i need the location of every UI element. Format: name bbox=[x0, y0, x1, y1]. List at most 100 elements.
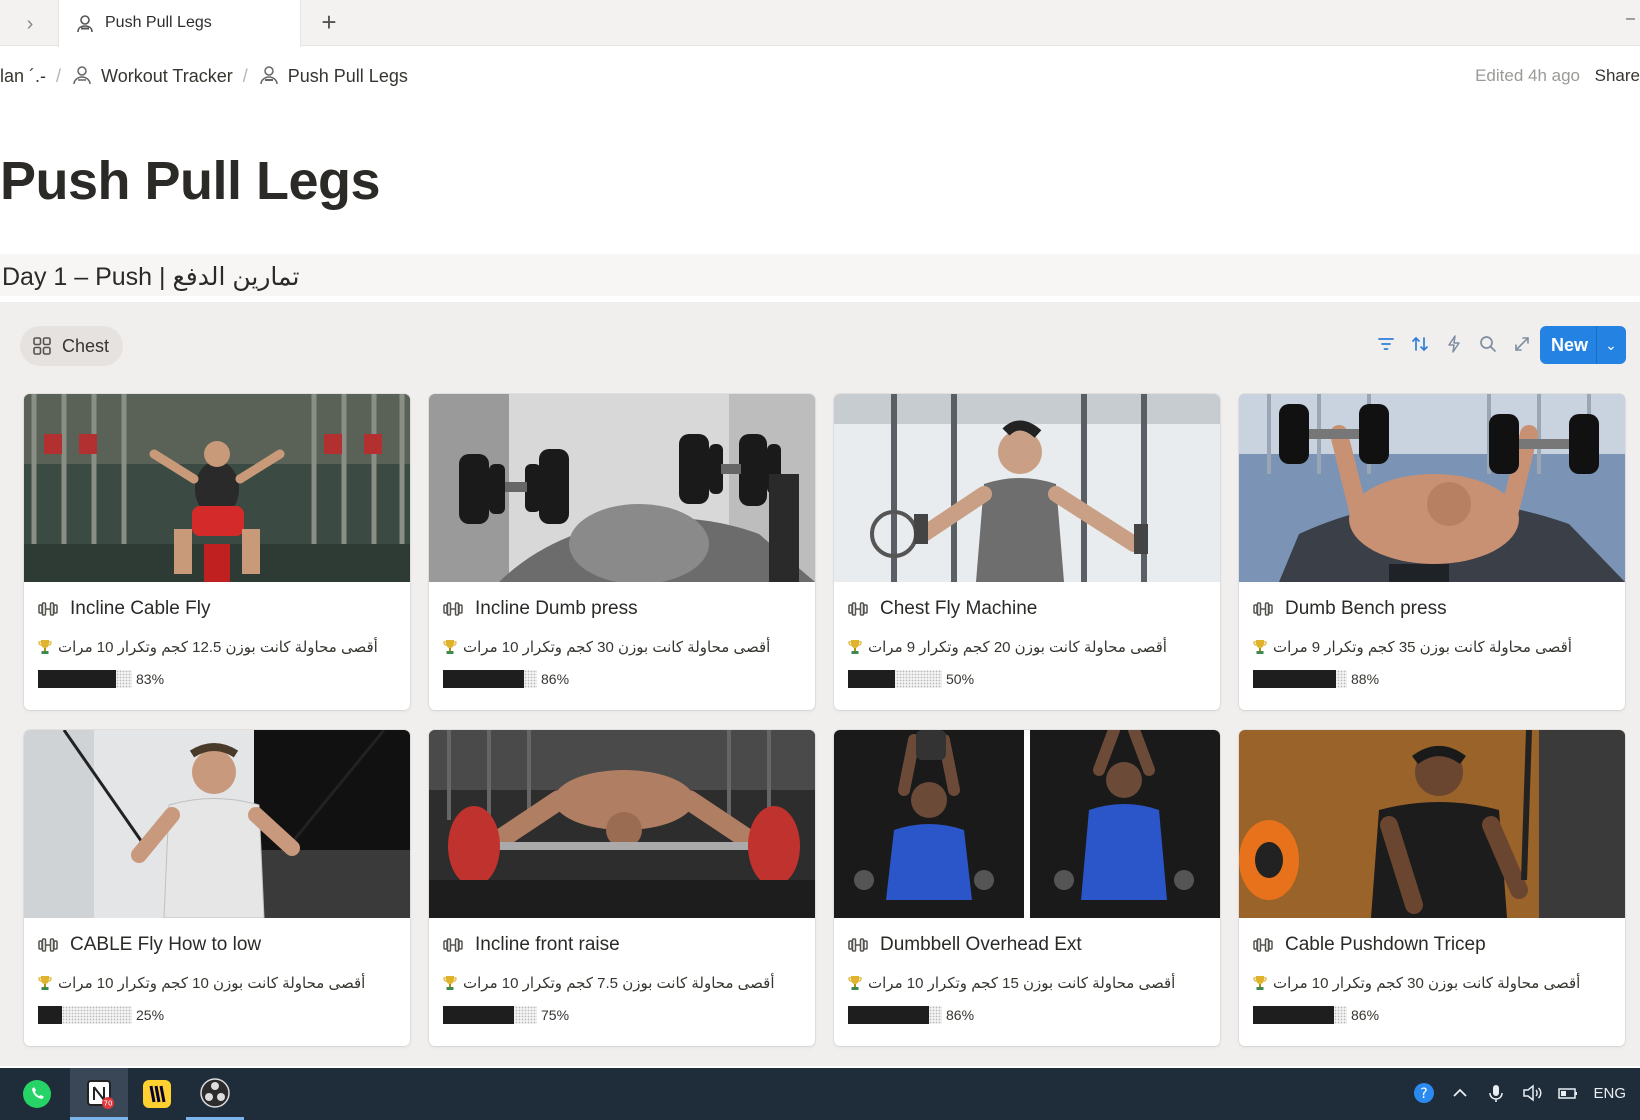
expand-icon[interactable] bbox=[1512, 334, 1532, 354]
card-cover-image bbox=[24, 730, 410, 918]
card-note: أقصى محاولة كانت بوزن 12.5 كجم وتكرار 10… bbox=[38, 638, 378, 656]
gallery-card[interactable]: Dumb Bench press أقصى محاولة كانت بوزن 3… bbox=[1239, 394, 1625, 710]
card-progress: 75% bbox=[443, 1006, 569, 1024]
tab-title: Push Pull Legs bbox=[105, 14, 212, 31]
card-note-text: أقصى محاولة كانت بوزن 15 كجم وتكرار 10 م… bbox=[868, 975, 1176, 992]
chevron-down-icon[interactable]: ⌄ bbox=[1597, 337, 1625, 354]
progress-bar bbox=[38, 1006, 132, 1024]
breadcrumb: lan ´.- / Workout Tracker / Push Pull Le… bbox=[0, 60, 408, 92]
card-title-text: Cable Pushdown Tricep bbox=[1285, 934, 1486, 955]
trophy-icon bbox=[1253, 976, 1267, 990]
database-toolbar bbox=[1376, 334, 1566, 354]
gallery-card[interactable]: CABLE Fly How to low أقصى محاولة كانت بو… bbox=[24, 730, 410, 1046]
progress-label: 25% bbox=[136, 1007, 165, 1023]
workout-person-icon bbox=[77, 15, 93, 33]
card-note-text: أقصى محاولة كانت بوزن 7.5 كجم وتكرار 10 … bbox=[463, 975, 775, 992]
card-note-text: أقصى محاولة كانت بوزن 10 كجم وتكرار 10 م… bbox=[58, 975, 366, 992]
gallery-card[interactable]: Dumbbell Overhead Ext أقصى محاولة كانت ب… bbox=[834, 730, 1220, 1046]
obs-icon[interactable] bbox=[186, 1068, 244, 1120]
new-tab-button[interactable]: + bbox=[314, 8, 344, 38]
workout-person-icon bbox=[260, 66, 278, 85]
card-cover-image bbox=[834, 394, 1220, 582]
card-title: CABLE Fly How to low bbox=[38, 934, 261, 956]
trophy-icon bbox=[1253, 640, 1267, 654]
card-title: Incline Dumb press bbox=[443, 598, 638, 620]
card-progress: 83% bbox=[38, 670, 164, 688]
card-note-text: أقصى محاولة كانت بوزن 35 كجم وتكرار 9 مر… bbox=[1273, 639, 1572, 656]
share-button[interactable]: Share bbox=[1595, 66, 1640, 86]
progress-bar bbox=[38, 670, 132, 688]
gallery-card[interactable]: Incline Cable Fly أقصى محاولة كانت بوزن … bbox=[24, 394, 410, 710]
card-title: Incline front raise bbox=[443, 934, 620, 956]
filter-icon[interactable] bbox=[1376, 334, 1396, 354]
sort-icon[interactable] bbox=[1410, 334, 1430, 354]
gallery-card[interactable]: Cable Pushdown Tricep أقصى محاولة كانت ب… bbox=[1239, 730, 1625, 1046]
dumbbell-icon bbox=[443, 602, 463, 616]
help-icon[interactable]: ? bbox=[1413, 1082, 1435, 1104]
notion-icon[interactable]: 70 bbox=[70, 1068, 128, 1120]
whatsapp-icon[interactable] bbox=[8, 1068, 66, 1120]
breadcrumb-item-workout-tracker[interactable]: Workout Tracker bbox=[71, 65, 233, 87]
progress-label: 50% bbox=[946, 671, 975, 687]
language-indicator[interactable]: ENG bbox=[1593, 1085, 1626, 1102]
taskbar: 70 ? ENG bbox=[0, 1068, 1640, 1120]
progress-bar bbox=[848, 1006, 942, 1024]
card-note: أقصى محاولة كانت بوزن 10 كجم وتكرار 10 م… bbox=[38, 974, 365, 992]
new-button[interactable]: New ⌄ bbox=[1540, 326, 1626, 364]
card-progress: 86% bbox=[443, 670, 569, 688]
card-progress: 86% bbox=[1253, 1006, 1379, 1024]
gallery-card[interactable]: Incline front raise أقصى محاولة كانت بوز… bbox=[429, 730, 815, 1046]
progress-label: 86% bbox=[946, 1007, 975, 1023]
card-title: Cable Pushdown Tricep bbox=[1253, 934, 1486, 956]
new-button-label: New bbox=[1551, 334, 1589, 355]
gallery-icon bbox=[33, 337, 51, 355]
dumbbell-icon bbox=[848, 938, 868, 952]
gallery-card[interactable]: Chest Fly Machine أقصى محاولة كانت بوزن … bbox=[834, 394, 1220, 710]
dumbbell-icon bbox=[38, 602, 58, 616]
breadcrumb-item-push-pull-legs[interactable]: Push Pull Legs bbox=[258, 65, 408, 87]
forward-chevron-icon[interactable]: › bbox=[16, 10, 44, 38]
card-title-text: Dumb Bench press bbox=[1285, 598, 1447, 619]
card-note-text: أقصى محاولة كانت بوزن 12.5 كجم وتكرار 10… bbox=[58, 639, 378, 656]
view-tab-label: Chest bbox=[62, 335, 110, 356]
dumbbell-icon bbox=[1253, 602, 1273, 616]
card-note-text: أقصى محاولة كانت بوزن 20 كجم وتكرار 9 مر… bbox=[868, 639, 1167, 656]
breadcrumb-label: lan ´.- bbox=[0, 65, 47, 86]
microphone-icon[interactable] bbox=[1485, 1082, 1507, 1104]
progress-bar bbox=[1253, 1006, 1347, 1024]
breadcrumb-item-parent[interactable]: lan ´.- bbox=[0, 66, 46, 87]
card-cover-image bbox=[834, 730, 1220, 918]
dumbbell-icon bbox=[1253, 938, 1273, 952]
breadcrumb-label: Push Pull Legs bbox=[287, 65, 408, 86]
card-title-text: Chest Fly Machine bbox=[880, 598, 1038, 619]
minimize-icon[interactable]: – bbox=[1626, 10, 1640, 28]
section-heading-text: Day 1 – Push | تمارين الدفع bbox=[2, 263, 300, 291]
chevron-up-icon[interactable] bbox=[1449, 1082, 1471, 1104]
card-note: أقصى محاولة كانت بوزن 20 كجم وتكرار 9 مر… bbox=[848, 638, 1167, 656]
search-icon[interactable] bbox=[1478, 334, 1498, 354]
card-note-text: أقصى محاولة كانت بوزن 30 كجم وتكرار 10 م… bbox=[1273, 975, 1581, 992]
trophy-icon bbox=[848, 976, 862, 990]
progress-bar bbox=[443, 1006, 537, 1024]
tab-push-pull-legs[interactable]: Push Pull Legs bbox=[58, 0, 301, 47]
battery-icon[interactable] bbox=[1557, 1082, 1579, 1104]
card-title: Dumb Bench press bbox=[1253, 598, 1447, 620]
trophy-icon bbox=[443, 976, 457, 990]
card-title: Incline Cable Fly bbox=[38, 598, 210, 620]
card-cover-image bbox=[1239, 730, 1625, 918]
progress-bar bbox=[443, 670, 537, 688]
trophy-icon bbox=[848, 640, 862, 654]
automation-icon[interactable] bbox=[1444, 334, 1464, 354]
card-cover-image bbox=[429, 730, 815, 918]
card-title-text: Incline Cable Fly bbox=[70, 598, 211, 619]
view-tab-chest[interactable]: Chest bbox=[20, 326, 124, 366]
breadcrumb-label: Workout Tracker bbox=[101, 65, 233, 86]
volume-icon[interactable] bbox=[1521, 1082, 1543, 1104]
progress-bar bbox=[1253, 670, 1347, 688]
system-tray: ? ENG bbox=[1413, 1082, 1626, 1104]
gallery-card[interactable]: Incline Dumb press أقصى محاولة كانت بوزن… bbox=[429, 394, 815, 710]
progress-label: 75% bbox=[541, 1007, 570, 1023]
miro-icon[interactable] bbox=[128, 1068, 186, 1120]
dumbbell-icon bbox=[443, 938, 463, 952]
trophy-icon bbox=[443, 640, 457, 654]
